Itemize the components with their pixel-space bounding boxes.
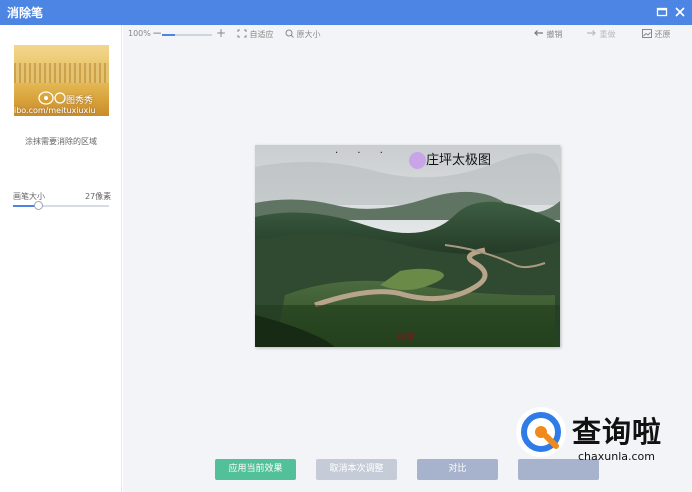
zoom-slider[interactable] <box>162 34 212 36</box>
undo-label: 撤销 <box>546 30 563 39</box>
logo-name: 查询啦 <box>572 415 663 449</box>
fit-label: 自适应 <box>249 30 274 39</box>
image-icon <box>642 29 652 38</box>
logo-url: chaxunla.com <box>578 450 655 463</box>
edit-image[interactable]: · · · 庄坪太极图 印章 <box>255 145 560 347</box>
zoom-in-button[interactable]: + <box>216 26 226 40</box>
redo-label: 重做 <box>599 30 616 39</box>
redo-arrow-icon <box>587 30 596 36</box>
logo-circle <box>516 407 566 457</box>
thumbnail-grass <box>14 63 109 83</box>
erase-hint: 涂抹需要消除的区域 <box>25 137 97 146</box>
image-thumbnail: 图秀秀 ibo.com/meituxiuxiu <box>14 45 109 116</box>
landscape-photo <box>255 145 560 347</box>
title-bar: 消除笔 <box>0 0 692 25</box>
original-size-button[interactable]: 原大小 <box>285 29 321 40</box>
brush-size-value: 27像素 <box>85 192 112 201</box>
apply-button[interactable]: 应用当前效果 <box>215 459 296 480</box>
compare-button[interactable]: 对比 <box>417 459 498 480</box>
restore-label: 还原 <box>654 30 671 39</box>
brush-slider-handle[interactable] <box>34 201 43 210</box>
zoom-percent: 100% <box>128 29 151 38</box>
thumbnail-watermark-url: ibo.com/meituxiuxiu <box>14 106 96 115</box>
sidebar: 图秀秀 ibo.com/meituxiuxiu 涂抹需要消除的区域 画笔大小 2… <box>0 25 122 492</box>
brush-cursor <box>409 152 426 169</box>
photo-stamp: 印章 <box>397 333 416 343</box>
search-q-icon <box>521 412 561 452</box>
site-logo: 查询啦 chaxunla.com <box>512 403 692 477</box>
undo-button[interactable]: 撤销 <box>533 29 563 40</box>
fit-button[interactable]: 自适应 <box>237 29 274 40</box>
cancel-button[interactable]: 取消本次调整 <box>316 459 397 480</box>
close-icon[interactable] <box>673 5 687 19</box>
erased-text-remnants: · · · <box>335 148 391 159</box>
maximize-icon[interactable] <box>655 5 669 19</box>
thumbnail-watermark-brand: 图秀秀 <box>66 96 94 106</box>
original-size-label: 原大小 <box>296 30 321 39</box>
photo-caption: 庄坪太极图 <box>426 153 492 168</box>
zoom-out-button[interactable]: − <box>152 26 162 40</box>
window-title: 消除笔 <box>7 6 44 20</box>
toolbar: 100% − + 自适应 原大小 撤销 重做 还原 <box>123 25 692 45</box>
weibo-watermark-icon <box>38 91 66 105</box>
restore-button[interactable]: 还原 <box>642 29 671 40</box>
redo-button[interactable]: 重做 <box>586 29 616 40</box>
zoom-slider-fill <box>162 34 175 36</box>
magnifier-icon <box>285 29 294 38</box>
undo-arrow-icon <box>534 30 543 36</box>
fit-icon <box>237 29 247 38</box>
brush-size-slider[interactable] <box>13 205 109 207</box>
